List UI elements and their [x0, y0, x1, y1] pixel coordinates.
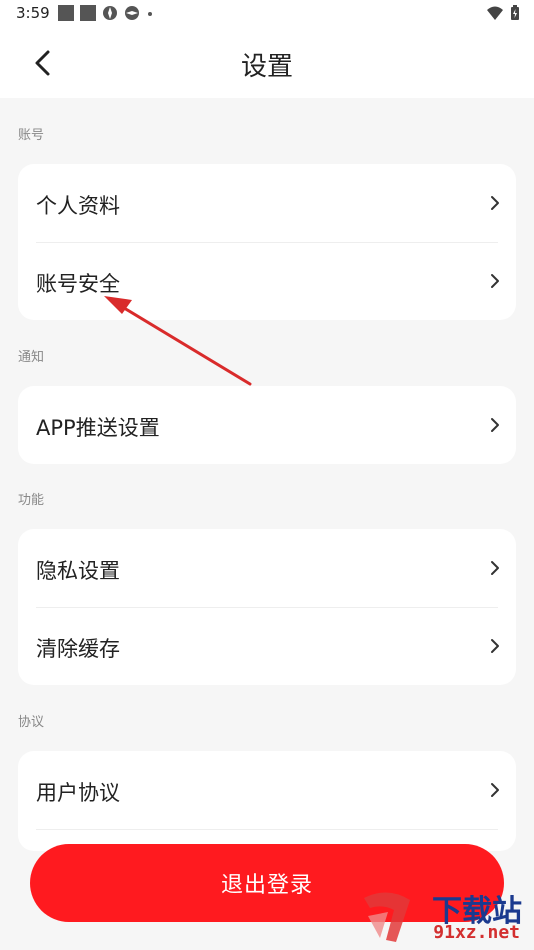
section-label-account: 账号 — [18, 128, 45, 143]
aperture-icon — [125, 6, 139, 20]
watermark-domain: 91xz.net — [433, 922, 520, 943]
chevron-right-icon — [491, 561, 499, 575]
section-label-notification: 通知 — [18, 350, 45, 365]
settings-row-user-agreement[interactable]: 用户协议 — [18, 751, 516, 829]
watermark: 下载站 91xz.net — [358, 886, 528, 946]
notification-square-icon — [80, 5, 96, 21]
settings-row-push[interactable]: APP推送设置 — [18, 386, 516, 464]
settings-row-account-security[interactable]: 账号安全 — [18, 242, 516, 320]
chevron-right-icon — [491, 196, 499, 210]
settings-row-profile[interactable]: 个人资料 — [18, 164, 516, 242]
row-label: 清除缓存 — [36, 637, 120, 661]
watermark-logo-icon — [364, 892, 410, 942]
notification-icons — [58, 5, 154, 21]
row-label: 隐私设置 — [36, 559, 120, 583]
notification-card: APP推送设置 — [18, 386, 516, 464]
row-label: APP推送设置 — [36, 416, 160, 440]
row-label: 账号安全 — [36, 272, 120, 296]
dot-icon — [148, 12, 152, 16]
section-label-agreements: 协议 — [18, 715, 45, 730]
chevron-right-icon — [491, 418, 499, 432]
wifi-icon — [487, 6, 503, 20]
notification-square-icon — [58, 5, 74, 21]
features-card: 隐私设置 清除缓存 — [18, 529, 516, 685]
status-bar: 3:59 — [0, 0, 534, 28]
system-icons — [486, 5, 520, 21]
battery-icon — [511, 5, 519, 20]
status-time: 3:59 — [16, 4, 50, 22]
agreements-card: 用户协议 — [18, 751, 516, 851]
row-label: 个人资料 — [36, 194, 120, 218]
chevron-right-icon — [491, 783, 499, 797]
settings-row-clear-cache[interactable]: 清除缓存 — [18, 607, 516, 685]
page-title: 设置 — [240, 52, 293, 82]
header-bar: 设置 — [0, 28, 534, 98]
row-label: 用户协议 — [36, 781, 120, 805]
aperture-icon — [103, 6, 117, 20]
section-label-features: 功能 — [18, 493, 45, 508]
chevron-right-icon — [491, 274, 499, 288]
settings-row-privacy[interactable]: 隐私设置 — [18, 529, 516, 607]
account-card: 个人资料 账号安全 — [18, 164, 516, 320]
chevron-right-icon — [491, 639, 499, 653]
